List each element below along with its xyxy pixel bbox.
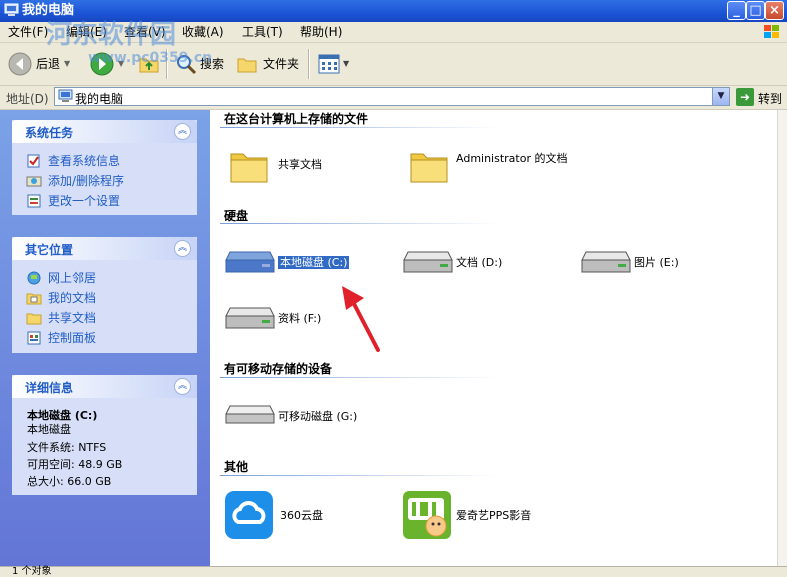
item-label: Administrator 的文档 — [456, 152, 568, 165]
menu-tools[interactable]: 工具(T) — [242, 25, 283, 39]
hard-disk-icon — [581, 251, 631, 273]
go-arrow-icon[interactable]: ➜ — [736, 88, 754, 106]
minimize-button[interactable]: _ — [727, 1, 746, 20]
details-title: 详细信息 — [25, 381, 74, 395]
menu-favorites[interactable]: 收藏(A) — [182, 25, 224, 39]
place-my-documents[interactable]: 我的文档 — [26, 289, 96, 306]
go-button[interactable]: 转到 — [758, 90, 782, 107]
task-pane: 系统任务 ︽ 查看系统信息 添加/删除程序 更改一个设置 其它位置 ︽ 网上邻居… — [0, 110, 210, 566]
details-filesystem: 文件系统: NTFS — [27, 441, 107, 454]
other-places-title: 其它位置 — [25, 243, 74, 257]
details-panel: 详细信息 ︽ 本地磁盘 (C:) 本地磁盘 文件系统: NTFS 可用空间: 4… — [12, 375, 197, 495]
collapse-chevron-icon[interactable]: ︽ — [174, 240, 191, 257]
status-bar: 1 个对象 — [0, 566, 787, 577]
my-documents-icon — [26, 293, 42, 304]
folder-icon — [230, 153, 268, 183]
folders-icon[interactable] — [236, 53, 258, 75]
address-value: 我的电脑 — [75, 92, 124, 106]
item-label: 共享文档 — [278, 158, 322, 171]
add-remove-programs-icon — [26, 176, 42, 186]
item-label: 图片 (E:) — [634, 256, 679, 269]
views-dropdown-icon[interactable]: ▼ — [343, 51, 349, 77]
content-pane: 在这台计算机上存储的文件 共享文档 Administrator 的文档 硬盘 本… — [210, 110, 777, 566]
hard-disk-icon — [225, 307, 275, 329]
address-input[interactable]: 我的电脑 ▼ — [54, 87, 730, 106]
address-label: 地址(D) — [6, 92, 49, 106]
control-panel-icon — [27, 331, 41, 344]
hard-disk-icon — [403, 251, 453, 273]
vertical-scrollbar[interactable] — [777, 110, 787, 566]
place-control-panel[interactable]: 控制面板 — [26, 329, 96, 346]
windows-logo-icon — [764, 25, 779, 38]
collapse-chevron-icon[interactable]: ︽ — [174, 123, 191, 140]
item-drive-c[interactable]: 本地磁盘 (C:) — [224, 246, 384, 282]
place-shared-documents[interactable]: 共享文档 — [26, 309, 96, 326]
address-bar: 地址(D) 我的电脑 ▼ ➜ 转到 — [0, 86, 787, 110]
system-tasks-title: 系统任务 — [25, 126, 74, 140]
cloud-drive-icon — [225, 491, 273, 539]
item-shared-documents[interactable]: 共享文档 — [226, 142, 376, 192]
details-free-space: 可用空间: 48.9 GB — [27, 458, 123, 471]
iqiyi-app-icon — [403, 491, 451, 539]
folder-icon — [410, 153, 448, 183]
item-label: 本地磁盘 (C:) — [276, 255, 351, 270]
other-places-panel: 其它位置 ︽ 网上邻居 我的文档 共享文档 控制面板 — [12, 237, 197, 353]
menu-help[interactable]: 帮助(H) — [300, 25, 342, 39]
details-header[interactable]: 详细信息 ︽ — [12, 375, 197, 398]
task-view-system-info[interactable]: 查看系统信息 — [26, 152, 120, 169]
menu-file[interactable]: 文件(F) — [8, 25, 48, 39]
place-network[interactable]: 网上邻居 — [26, 269, 96, 286]
back-arrow-icon[interactable] — [8, 52, 32, 76]
item-label: 资料 (F:) — [278, 312, 322, 325]
my-computer-icon — [4, 3, 19, 16]
hard-disk-icon — [225, 251, 275, 273]
details-type: 本地磁盘 — [27, 423, 71, 436]
address-dropdown-icon[interactable]: ▼ — [712, 88, 729, 105]
back-button[interactable]: 后退 — [36, 51, 60, 77]
item-label: 爱奇艺PPS影音 — [456, 509, 532, 522]
control-panel-icon — [27, 194, 41, 207]
item-label: 360云盘 — [280, 509, 323, 522]
item-iqiyi-pps[interactable]: 爱奇艺PPS影音 — [402, 490, 572, 542]
item-drive-e[interactable]: 图片 (E:) — [580, 246, 730, 282]
task-change-setting[interactable]: 更改一个设置 — [26, 192, 120, 209]
maximize-button[interactable]: □ — [746, 1, 765, 20]
removable-disk-icon — [225, 405, 275, 424]
views-icon[interactable] — [318, 54, 340, 74]
annotation-arrow-icon — [342, 286, 380, 352]
collapse-chevron-icon[interactable]: ︽ — [174, 378, 191, 395]
system-tasks-header[interactable]: 系统任务 ︽ — [12, 120, 197, 143]
shared-folder-icon — [26, 313, 42, 324]
my-computer-icon — [58, 89, 73, 102]
group-other-title: 其他 — [224, 460, 249, 474]
close-button[interactable]: × — [765, 1, 784, 20]
network-places-icon — [27, 271, 41, 284]
item-360-cloud[interactable]: 360云盘 — [224, 490, 374, 542]
system-tasks-panel: 系统任务 ︽ 查看系统信息 添加/删除程序 更改一个设置 — [12, 120, 197, 215]
group-hard-disks-title: 硬盘 — [224, 209, 249, 223]
item-drive-g[interactable]: 可移动磁盘 (G:) — [224, 398, 404, 434]
details-total-size: 总大小: 66.0 GB — [27, 475, 112, 488]
other-places-header[interactable]: 其它位置 ︽ — [12, 237, 197, 260]
system-info-icon — [27, 154, 40, 167]
watermark-title: 河东软件园 — [46, 20, 177, 50]
item-admin-documents[interactable]: Administrator 的文档 — [406, 142, 586, 192]
item-label: 文档 (D:) — [456, 256, 503, 269]
back-dropdown-icon[interactable]: ▼ — [64, 51, 70, 77]
group-stored-files-title: 在这台计算机上存储的文件 — [224, 112, 369, 126]
group-removable-title: 有可移动存储的设备 — [224, 362, 333, 376]
folders-button[interactable]: 文件夹 — [263, 51, 299, 77]
item-drive-d[interactable]: 文档 (D:) — [402, 246, 562, 282]
task-add-remove-programs[interactable]: 添加/删除程序 — [26, 172, 124, 189]
item-label: 可移动磁盘 (G:) — [278, 410, 358, 423]
watermark-url: www.pc0359.cn — [88, 50, 213, 66]
